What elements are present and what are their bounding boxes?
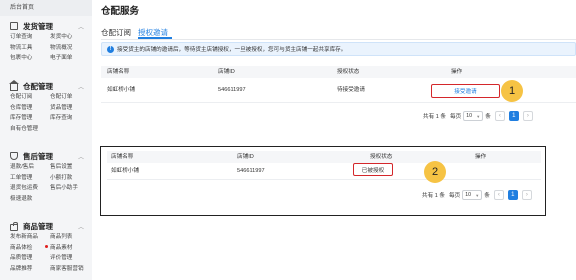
sidebar-item[interactable]: 订单查询 xyxy=(10,32,50,43)
page-size-value: 10 xyxy=(465,192,471,198)
tab-subscription[interactable]: 仓配订阅 xyxy=(101,27,131,38)
sidebar-group-header[interactable]: 仓配管理 ︿ xyxy=(0,79,92,92)
prev-page-button[interactable]: ‹ xyxy=(493,190,504,200)
pagination-total: 共有 1 条 xyxy=(423,114,447,120)
per-page-label: 每页 xyxy=(450,114,462,120)
header-action: 操作 xyxy=(451,69,463,75)
sidebar-item[interactable]: 仓配订阅 xyxy=(10,92,50,103)
per-page-label: 每页 xyxy=(449,193,461,199)
sidebar-item[interactable]: 仓库管理 xyxy=(10,103,50,114)
sidebar-item[interactable]: 电子面单 xyxy=(50,53,94,64)
chevron-up-icon[interactable]: ︿ xyxy=(78,22,84,31)
sidebar-item[interactable]: 商品列表 xyxy=(50,232,94,243)
chevron-up-icon[interactable]: ︿ xyxy=(78,82,84,91)
sidebar-item[interactable]: 发货中心 xyxy=(50,32,94,43)
main-content: 仓配服务 仓配订阅 授权邀请 ! 接受货主的店铺的邀请后，等待货主店铺授权，一旦… xyxy=(92,0,576,280)
sidebar-item[interactable]: 品质管理 xyxy=(10,253,50,264)
sidebar-item[interactable]: 售后设置 xyxy=(50,162,94,173)
table-header: 店铺名称 店铺ID 授权状态 操作 xyxy=(101,66,576,78)
store-name: 如虹桥小铺 xyxy=(111,168,139,174)
sidebar-item[interactable]: 品牌推荐 xyxy=(10,264,50,275)
header-store-id: 店铺ID xyxy=(237,154,254,160)
next-page-button[interactable]: › xyxy=(522,111,533,121)
sidebar-item[interactable]: 极速退款 xyxy=(10,194,50,205)
auth-status: 待接受邀请 xyxy=(337,87,365,93)
bag-icon xyxy=(10,221,18,231)
page-size-select[interactable]: 10 ▼ xyxy=(462,190,483,200)
table-row: 如虹桥小铺 546611997 xyxy=(107,163,541,180)
header-store-name: 店铺名称 xyxy=(107,69,130,75)
document-icon xyxy=(10,22,18,30)
sidebar-item[interactable]: 库存查询 xyxy=(50,113,94,124)
sidebar-group-header[interactable]: 发货管理 ︿ xyxy=(0,20,92,32)
page-size-select[interactable]: 10 ▼ xyxy=(463,111,484,121)
page-title: 仓配服务 xyxy=(101,6,140,17)
sidebar-item[interactable]: 仓配订单 xyxy=(50,92,94,103)
notice-text: 接受货主的店铺的邀请后，等待货主店铺授权，一旦被授权，您可与货主店铺一起共享库存… xyxy=(117,47,347,53)
annotation-badge-2: 2 xyxy=(424,161,446,183)
sidebar-item[interactable]: 退款/售后 xyxy=(10,162,50,173)
sidebar-item[interactable]: 发布新商品 xyxy=(10,232,50,243)
sidebar-group-products: 商品管理 ︿ 发布新商品 商品列表 商品体检 商品素材 品质管理 评价管理 品牌… xyxy=(0,220,92,274)
info-notice: ! 接受货主的店铺的邀请后，等待货主店铺授权，一旦被授权，您可与货主店铺一起共享… xyxy=(101,42,576,56)
sidebar-group-warehouse: 仓配管理 ︿ 仓配订阅 仓配订单 仓库管理 货品管理 库存管理 库存查询 自有仓… xyxy=(0,79,94,135)
pagination: 共有 1 条 每页 10 ▼ 条 ‹ 1 › xyxy=(422,190,532,200)
sidebar-item[interactable]: 退货包运费 xyxy=(10,183,50,194)
sidebar-group-header[interactable]: 售后管理 ︿ xyxy=(0,150,92,162)
sidebar-group-aftersale: 售后管理 ︿ 退款/售后 售后设置 工单管理 小额打款 退货包运费 售后小助手 … xyxy=(0,150,92,204)
sidebar-item[interactable]: 包裹中心 xyxy=(10,53,50,64)
next-page-button[interactable]: › xyxy=(521,190,532,200)
sidebar-group-title: 售后管理 xyxy=(23,151,53,161)
authorized-status: 已被授权 xyxy=(353,163,393,176)
sidebar-item[interactable]: 商品体检 xyxy=(10,243,50,254)
chevron-down-icon: ▼ xyxy=(476,113,481,119)
sidebar-group-header[interactable]: 商品管理 ︿ xyxy=(0,220,92,232)
tab-divider xyxy=(101,38,576,40)
store-name: 如虹桥小铺 xyxy=(107,87,135,93)
sidebar-group-title: 商品管理 xyxy=(23,221,53,231)
pagination-total: 共有 1 条 xyxy=(422,193,446,199)
pagination: 共有 1 条 每页 10 ▼ 条 ‹ 1 › xyxy=(423,111,533,121)
sidebar: 后台首页 发货管理 ︿ 订单查询 发货中心 物流工具 物流概况 包裹中心 电子面… xyxy=(0,0,92,280)
sidebar-item[interactable]: 商家客服营销 xyxy=(50,264,94,275)
store-id: 546611997 xyxy=(237,168,265,174)
sidebar-item[interactable]: 小额打款 xyxy=(50,173,94,184)
accept-invite-button[interactable]: 接受邀请 xyxy=(431,84,500,98)
sidebar-item[interactable]: 商品素材 xyxy=(50,243,94,254)
table-header: 店铺名称 店铺ID 授权状态 操作 xyxy=(107,151,541,163)
header-store-name: 店铺名称 xyxy=(111,154,134,160)
store-id: 546611997 xyxy=(218,87,246,93)
current-page-button[interactable]: 1 xyxy=(507,190,518,200)
header-auth-status: 授权状态 xyxy=(337,69,360,75)
warehouse-icon xyxy=(9,79,19,91)
header-auth-status: 授权状态 xyxy=(370,154,393,160)
current-page-button[interactable]: 1 xyxy=(508,111,519,121)
header-action: 操作 xyxy=(475,154,487,160)
page-size-value: 10 xyxy=(466,113,472,119)
authorized-result-box: 店铺名称 店铺ID 授权状态 操作 如虹桥小铺 546611997 已被授权 2… xyxy=(100,146,546,216)
sidebar-item[interactable]: 物流工具 xyxy=(10,43,50,54)
sidebar-item[interactable]: 库存管理 xyxy=(10,113,50,124)
annotation-badge-1: 1 xyxy=(501,80,523,102)
chevron-up-icon[interactable]: ︿ xyxy=(78,152,84,161)
per-page-unit: 条 xyxy=(485,114,491,120)
chevron-down-icon: ▼ xyxy=(475,192,480,198)
sidebar-group-title: 仓配管理 xyxy=(23,81,53,91)
sidebar-item[interactable]: 物流概况 xyxy=(50,43,94,54)
prev-page-button[interactable]: ‹ xyxy=(494,111,505,121)
sidebar-item[interactable]: 货品管理 xyxy=(50,103,94,114)
info-icon: ! xyxy=(107,45,114,53)
header-store-id: 店铺ID xyxy=(218,69,235,75)
chevron-up-icon[interactable]: ︿ xyxy=(78,222,84,231)
sidebar-group-shipping: 发货管理 ︿ 订单查询 发货中心 物流工具 物流概况 包裹中心 电子面单 xyxy=(0,20,92,64)
per-page-unit: 条 xyxy=(484,193,490,199)
sidebar-group-title: 发货管理 xyxy=(23,21,53,31)
sidebar-item[interactable]: 自有仓管理 xyxy=(10,124,50,135)
sidebar-item[interactable]: 售后小助手 xyxy=(50,183,94,194)
sidebar-item[interactable]: 工单管理 xyxy=(10,173,50,184)
shield-icon xyxy=(10,152,18,160)
sidebar-home[interactable]: 后台首页 xyxy=(0,0,92,16)
sidebar-item[interactable]: 评价管理 xyxy=(50,253,94,264)
